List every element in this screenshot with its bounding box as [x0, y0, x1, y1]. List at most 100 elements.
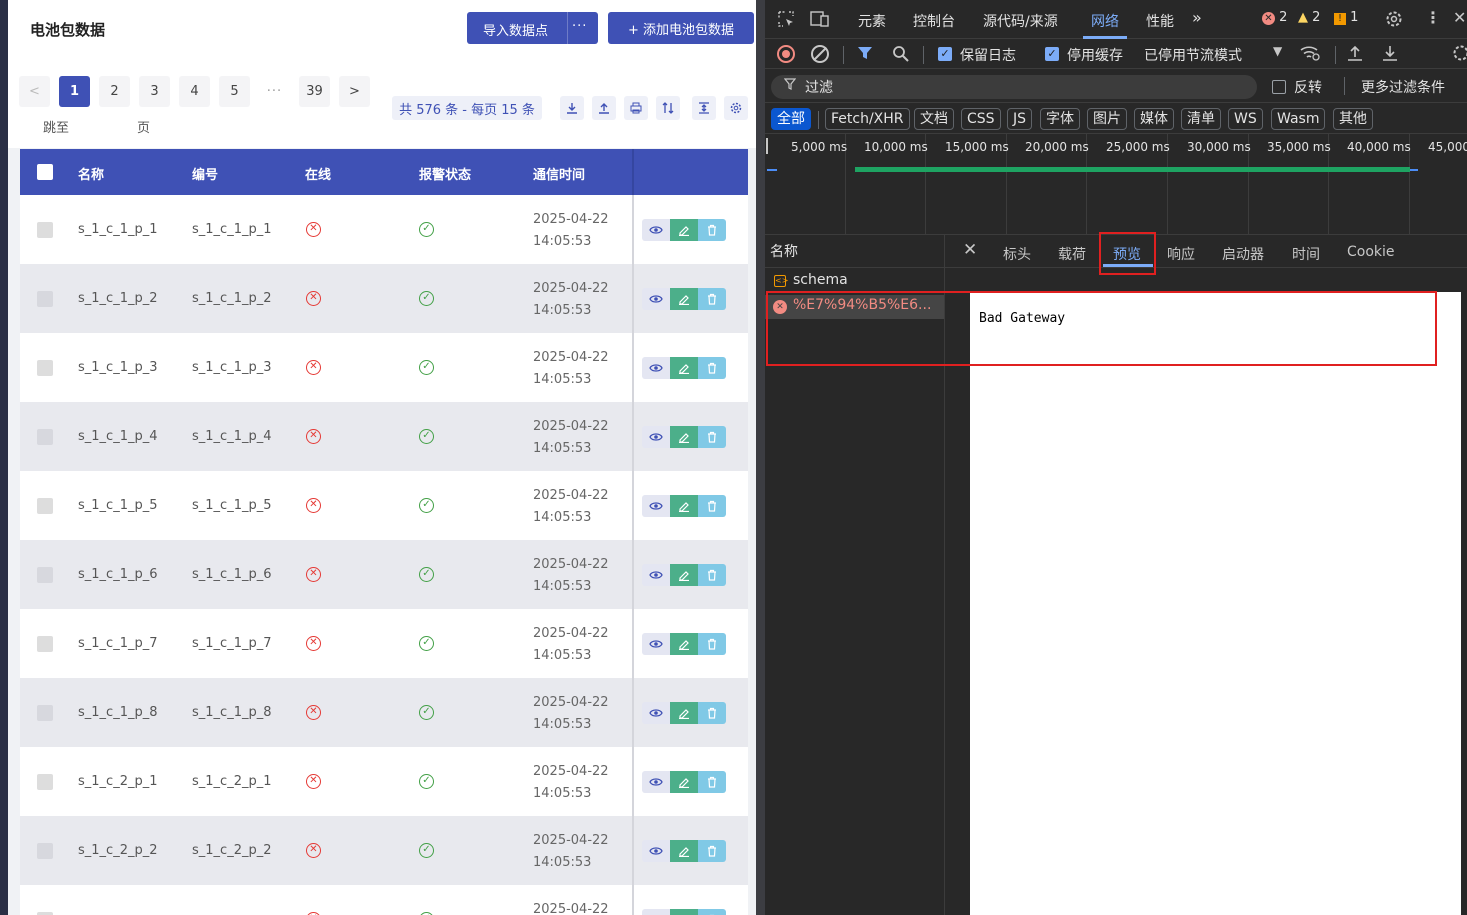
- view-eye-icon[interactable]: [642, 357, 670, 379]
- edit-pencil-icon[interactable]: [670, 909, 698, 915]
- upload-icon[interactable]: [592, 96, 616, 120]
- row-checkbox[interactable]: [37, 567, 53, 583]
- name-column-header[interactable]: 名称: [770, 241, 798, 261]
- view-eye-icon[interactable]: [642, 702, 670, 724]
- edit-pencil-icon[interactable]: [670, 426, 698, 448]
- table-row[interactable]: s_1_c_1_p_7 s_1_c_1_p_7 ✕ ✓ 2025-04-22 14:05:…: [20, 609, 748, 678]
- edit-pencil-icon[interactable]: [670, 840, 698, 862]
- type-manifest[interactable]: 清单: [1181, 108, 1221, 130]
- edit-pencil-icon[interactable]: [670, 219, 698, 241]
- more-options-icon[interactable]: ···: [572, 19, 587, 34]
- column-header-code[interactable]: 编号: [192, 164, 218, 183]
- table-row[interactable]: s_1_c_1_p_2 s_1_c_1_p_2 ✕ ✓ 2025-04-22 14:05:…: [20, 264, 748, 333]
- page-2-button[interactable]: 2: [99, 76, 130, 107]
- edit-pencil-icon[interactable]: [670, 771, 698, 793]
- delete-trash-icon[interactable]: [698, 633, 726, 655]
- pages-ellipsis[interactable]: ···: [259, 76, 290, 107]
- tab-sources[interactable]: 源代码/来源: [983, 11, 1058, 31]
- row-checkbox[interactable]: [37, 291, 53, 307]
- type-font[interactable]: 字体: [1040, 108, 1080, 130]
- row-checkbox[interactable]: [37, 843, 53, 859]
- select-all-checkbox[interactable]: [37, 164, 53, 180]
- tab-network[interactable]: 网络: [1091, 11, 1119, 31]
- kebab-menu-icon[interactable]: ⋮: [1425, 8, 1441, 27]
- network-settings-icon[interactable]: [1451, 43, 1467, 67]
- tab-console[interactable]: 控制台: [913, 11, 955, 31]
- view-eye-icon[interactable]: [642, 840, 670, 862]
- view-eye-icon[interactable]: [642, 909, 670, 915]
- tab-cookies[interactable]: Cookie: [1347, 244, 1395, 260]
- more-filters-dropdown[interactable]: 更多过滤条件: [1361, 77, 1445, 97]
- tab-payload[interactable]: 载荷: [1058, 244, 1086, 264]
- view-eye-icon[interactable]: [642, 633, 670, 655]
- type-ws[interactable]: WS: [1228, 108, 1263, 130]
- column-header-comm-time[interactable]: 通信时间: [533, 164, 585, 183]
- timeline-handle[interactable]: [766, 138, 768, 154]
- edit-pencil-icon[interactable]: [670, 288, 698, 310]
- tab-timing[interactable]: 时间: [1292, 244, 1320, 264]
- more-tabs-icon[interactable]: »: [1192, 8, 1202, 27]
- network-timeline-overview[interactable]: 5,000 ms 10,000 ms 15,000 ms 20,000 ms 2…: [765, 133, 1467, 235]
- row-checkbox[interactable]: [37, 498, 53, 514]
- throttling-select[interactable]: 已停用节流模式: [1144, 45, 1242, 65]
- close-devtools-icon[interactable]: ✕: [1453, 8, 1466, 27]
- issues-count-badge[interactable]: ! 1: [1334, 10, 1358, 25]
- delete-trash-icon[interactable]: [698, 219, 726, 241]
- type-css[interactable]: CSS: [961, 108, 1001, 130]
- delete-trash-icon[interactable]: [698, 288, 726, 310]
- row-checkbox[interactable]: [37, 705, 53, 721]
- tab-performance[interactable]: 性能: [1146, 11, 1174, 31]
- column-height-icon[interactable]: [692, 96, 716, 120]
- column-header-alarm[interactable]: 报警状态: [419, 164, 471, 183]
- type-doc[interactable]: 文档: [914, 108, 954, 130]
- view-eye-icon[interactable]: [642, 219, 670, 241]
- type-media[interactable]: 媒体: [1134, 108, 1174, 130]
- delete-trash-icon[interactable]: [698, 840, 726, 862]
- filter-icon[interactable]: [857, 45, 873, 65]
- edit-pencil-icon[interactable]: [670, 702, 698, 724]
- table-row[interactable]: s_1_c_1_p_6 s_1_c_1_p_6 ✕ ✓ 2025-04-22 14:05:…: [20, 540, 748, 609]
- edit-pencil-icon[interactable]: [670, 633, 698, 655]
- tab-headers[interactable]: 标头: [1003, 244, 1031, 264]
- type-other[interactable]: 其他: [1333, 108, 1373, 130]
- view-eye-icon[interactable]: [642, 288, 670, 310]
- view-eye-icon[interactable]: [642, 771, 670, 793]
- settings-icon[interactable]: [724, 96, 748, 120]
- download-icon[interactable]: [560, 96, 584, 120]
- next-page-button[interactable]: >: [339, 76, 370, 107]
- column-header-online[interactable]: 在线: [305, 164, 331, 183]
- filter-input[interactable]: 过滤: [771, 75, 1257, 99]
- type-js[interactable]: JS: [1007, 108, 1033, 130]
- panel-resize-handle[interactable]: [756, 0, 765, 915]
- edit-pencil-icon[interactable]: [670, 564, 698, 586]
- view-eye-icon[interactable]: [642, 495, 670, 517]
- table-row[interactable]: ✕✓2025-04-22: [20, 885, 748, 915]
- type-wasm[interactable]: Wasm: [1271, 108, 1326, 130]
- tab-initiator[interactable]: 启动器: [1222, 244, 1264, 264]
- table-row[interactable]: s_1_c_2_p_2 s_1_c_2_p_2 ✕ ✓ 2025-04-22 14:05:…: [20, 816, 748, 885]
- page-3-button[interactable]: 3: [139, 76, 170, 107]
- sort-icon[interactable]: [656, 96, 680, 120]
- row-checkbox[interactable]: [37, 774, 53, 790]
- row-checkbox[interactable]: [37, 360, 53, 376]
- table-row[interactable]: s_1_c_1_p_5 s_1_c_1_p_5 ✕ ✓ 2025-04-22 14:05:…: [20, 471, 748, 540]
- disable-cache-checkbox[interactable]: ✓: [1045, 47, 1059, 61]
- network-conditions-icon[interactable]: [1299, 44, 1321, 66]
- type-fetch-xhr[interactable]: Fetch/XHR: [825, 108, 910, 130]
- table-row[interactable]: s_1_c_1_p_1 s_1_c_1_p_1 ✕ ✓ 2025-04-22 14:05:…: [20, 195, 748, 264]
- export-har-icon[interactable]: [1381, 44, 1399, 66]
- delete-trash-icon[interactable]: [698, 771, 726, 793]
- import-data-points-button[interactable]: 导入数据点 ···: [467, 12, 598, 44]
- search-icon[interactable]: [892, 45, 910, 67]
- row-checkbox[interactable]: [37, 636, 53, 652]
- prev-page-button[interactable]: <: [19, 76, 50, 107]
- delete-trash-icon[interactable]: [698, 702, 726, 724]
- view-eye-icon[interactable]: [642, 426, 670, 448]
- type-all[interactable]: 全部: [771, 108, 811, 130]
- type-img[interactable]: 图片: [1087, 108, 1127, 130]
- row-checkbox[interactable]: [37, 222, 53, 238]
- delete-trash-icon[interactable]: [698, 426, 726, 448]
- table-row[interactable]: s_1_c_2_p_1 s_1_c_2_p_1 ✕ ✓ 2025-04-22 14:05:…: [20, 747, 748, 816]
- delete-trash-icon[interactable]: [698, 564, 726, 586]
- preserve-log-checkbox[interactable]: ✓: [938, 47, 952, 61]
